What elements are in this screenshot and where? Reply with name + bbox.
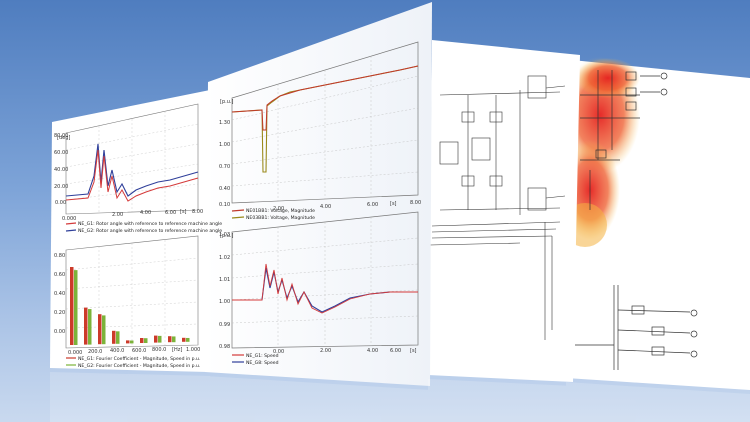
- fourier-ytick-3: 0.20: [54, 310, 65, 316]
- speed-legend-ne-g8: NE_G8: Speed: [246, 360, 279, 366]
- voltage-xtick-1: 4.00: [320, 204, 331, 210]
- fourier-bar-2-g2: [102, 315, 106, 345]
- fourier-ytick-4: 0.00: [54, 329, 65, 335]
- fourier-bar-0-g1: [70, 267, 74, 345]
- fourier-bar-5-g2: [144, 338, 148, 343]
- voltage-ytick-0: 1.30: [219, 120, 230, 126]
- speed-ytick-2: 1.01: [219, 277, 230, 283]
- rotor-xtick-4: [s]: [180, 209, 187, 215]
- speed-xtick-3: 6.00: [390, 348, 401, 354]
- voltage-ytick-1: 1.00: [219, 142, 230, 148]
- speed-xtick-2: 4.00: [367, 348, 378, 354]
- voltage-xtick-3: [s]: [390, 201, 397, 207]
- fourier-bar-5-g1: [140, 338, 144, 343]
- rotor-xtick-3: 6.00: [165, 210, 176, 216]
- speed-ytick-5: 0.98: [219, 344, 230, 350]
- rotor-xtick-5: 8.00: [192, 209, 203, 215]
- voltage-ylabel: [p.u.]: [220, 99, 233, 105]
- fourier-xtick-1: 200.0: [88, 349, 102, 355]
- page-voltage-speed: [p.u.] 1.30 1.00 0.70 0.40 0.10 2.00 4.00 6.00…: [205, 2, 432, 386]
- rotor-xtick-0: 0.000: [62, 216, 76, 222]
- fourier-bar-2-g1: [98, 314, 102, 345]
- page-heatmap-schematic: [560, 57, 750, 390]
- fourier-bar-6-g2: [158, 335, 162, 343]
- voltage-ytick-3: 0.40: [219, 186, 230, 192]
- fourier-xtick-4: 800.0: [152, 347, 166, 353]
- rotor-legend-ne-g2: NE_G2: Rotor angle with reference to ref…: [78, 228, 222, 234]
- voltage-legend-ne03: NE03BB1: Voltage, Magnitude: [246, 215, 315, 221]
- fourier-legend-ne-g1: NE_G1: Fourier Coefficient - Magnitude, …: [78, 356, 200, 362]
- fourier-bar-7-g2: [172, 336, 176, 343]
- fourier-xtick-2: 400.0: [110, 348, 124, 354]
- rotor-xtick-1: 2.00: [112, 212, 123, 218]
- scene: [p.u.] 1.30 1.00 0.70 0.40 0.10 2.00 4.00 6.00…: [50, 2, 750, 422]
- speed-ytick-1: 1.02: [219, 255, 230, 261]
- speed-xtick-1: 2.00: [320, 348, 331, 354]
- voltage-ytick-2: 0.70: [219, 164, 230, 170]
- fourier-xtick-0: 0.000: [68, 350, 82, 356]
- fourier-bar-3-g2: [116, 331, 120, 344]
- fourier-bar-1-g1: [84, 307, 88, 345]
- fourier-bar-1-g2: [88, 309, 92, 345]
- fourier-ytick-2: 0.40: [54, 291, 65, 297]
- voltage-ytick-4: 0.10: [219, 202, 230, 208]
- speed-legend-ne-g1: NE_G1: Speed: [246, 353, 279, 359]
- fourier-xtick-6: 1.000: [186, 347, 200, 353]
- fourier-xtick-3: 600.0: [132, 348, 146, 354]
- fourier-bar-8-g2: [186, 337, 190, 342]
- fourier-bar-8-g1: [182, 337, 186, 342]
- voltage-xtick-4: 8.00: [410, 200, 421, 206]
- rotor-xtick-2: 4.00: [140, 210, 151, 216]
- speed-ytick-4: 0.99: [219, 322, 230, 328]
- fourier-bar-6-g1: [154, 335, 158, 343]
- rotor-legend-ne-g1: NE_G1: Rotor angle with reference to ref…: [78, 221, 222, 227]
- fourier-legend-ne-g2: NE_G2: Fourier Coefficient - Magnitude, …: [78, 363, 200, 369]
- fourier-ytick-0: 0.80: [54, 253, 65, 259]
- fourier-bar-3-g1: [112, 330, 116, 344]
- fourier-ytick-1: 0.60: [54, 272, 65, 278]
- rotor-ytick-3: 20.00: [54, 184, 68, 190]
- voltage-legend-ne01: NE01BB1: Voltage, Magnitude: [246, 208, 315, 214]
- page-block-diagram: [428, 40, 580, 382]
- fourier-bar-4-g1: [126, 340, 130, 344]
- fourier-xtick-5: [Hz]: [172, 347, 182, 353]
- fourier-bar-4-g2: [130, 340, 134, 344]
- fourier-bar-7-g1: [168, 336, 172, 343]
- speed-xtick-4: [s]: [410, 348, 417, 354]
- fourier-bar-0-g2: [74, 270, 78, 345]
- rotor-ytick-0: 80.00: [54, 133, 68, 139]
- rotor-ytick-1: 60.00: [54, 150, 68, 156]
- page-rotor-fourier: [deg] 80.0060.0040.0020.000.00 0.0002.00…: [50, 90, 222, 372]
- rotor-ytick-2: 40.00: [54, 167, 68, 173]
- rotor-ytick-4: 0.00: [55, 200, 66, 206]
- voltage-xtick-2: 6.00: [367, 202, 378, 208]
- speed-ytick-3: 1.00: [219, 299, 230, 305]
